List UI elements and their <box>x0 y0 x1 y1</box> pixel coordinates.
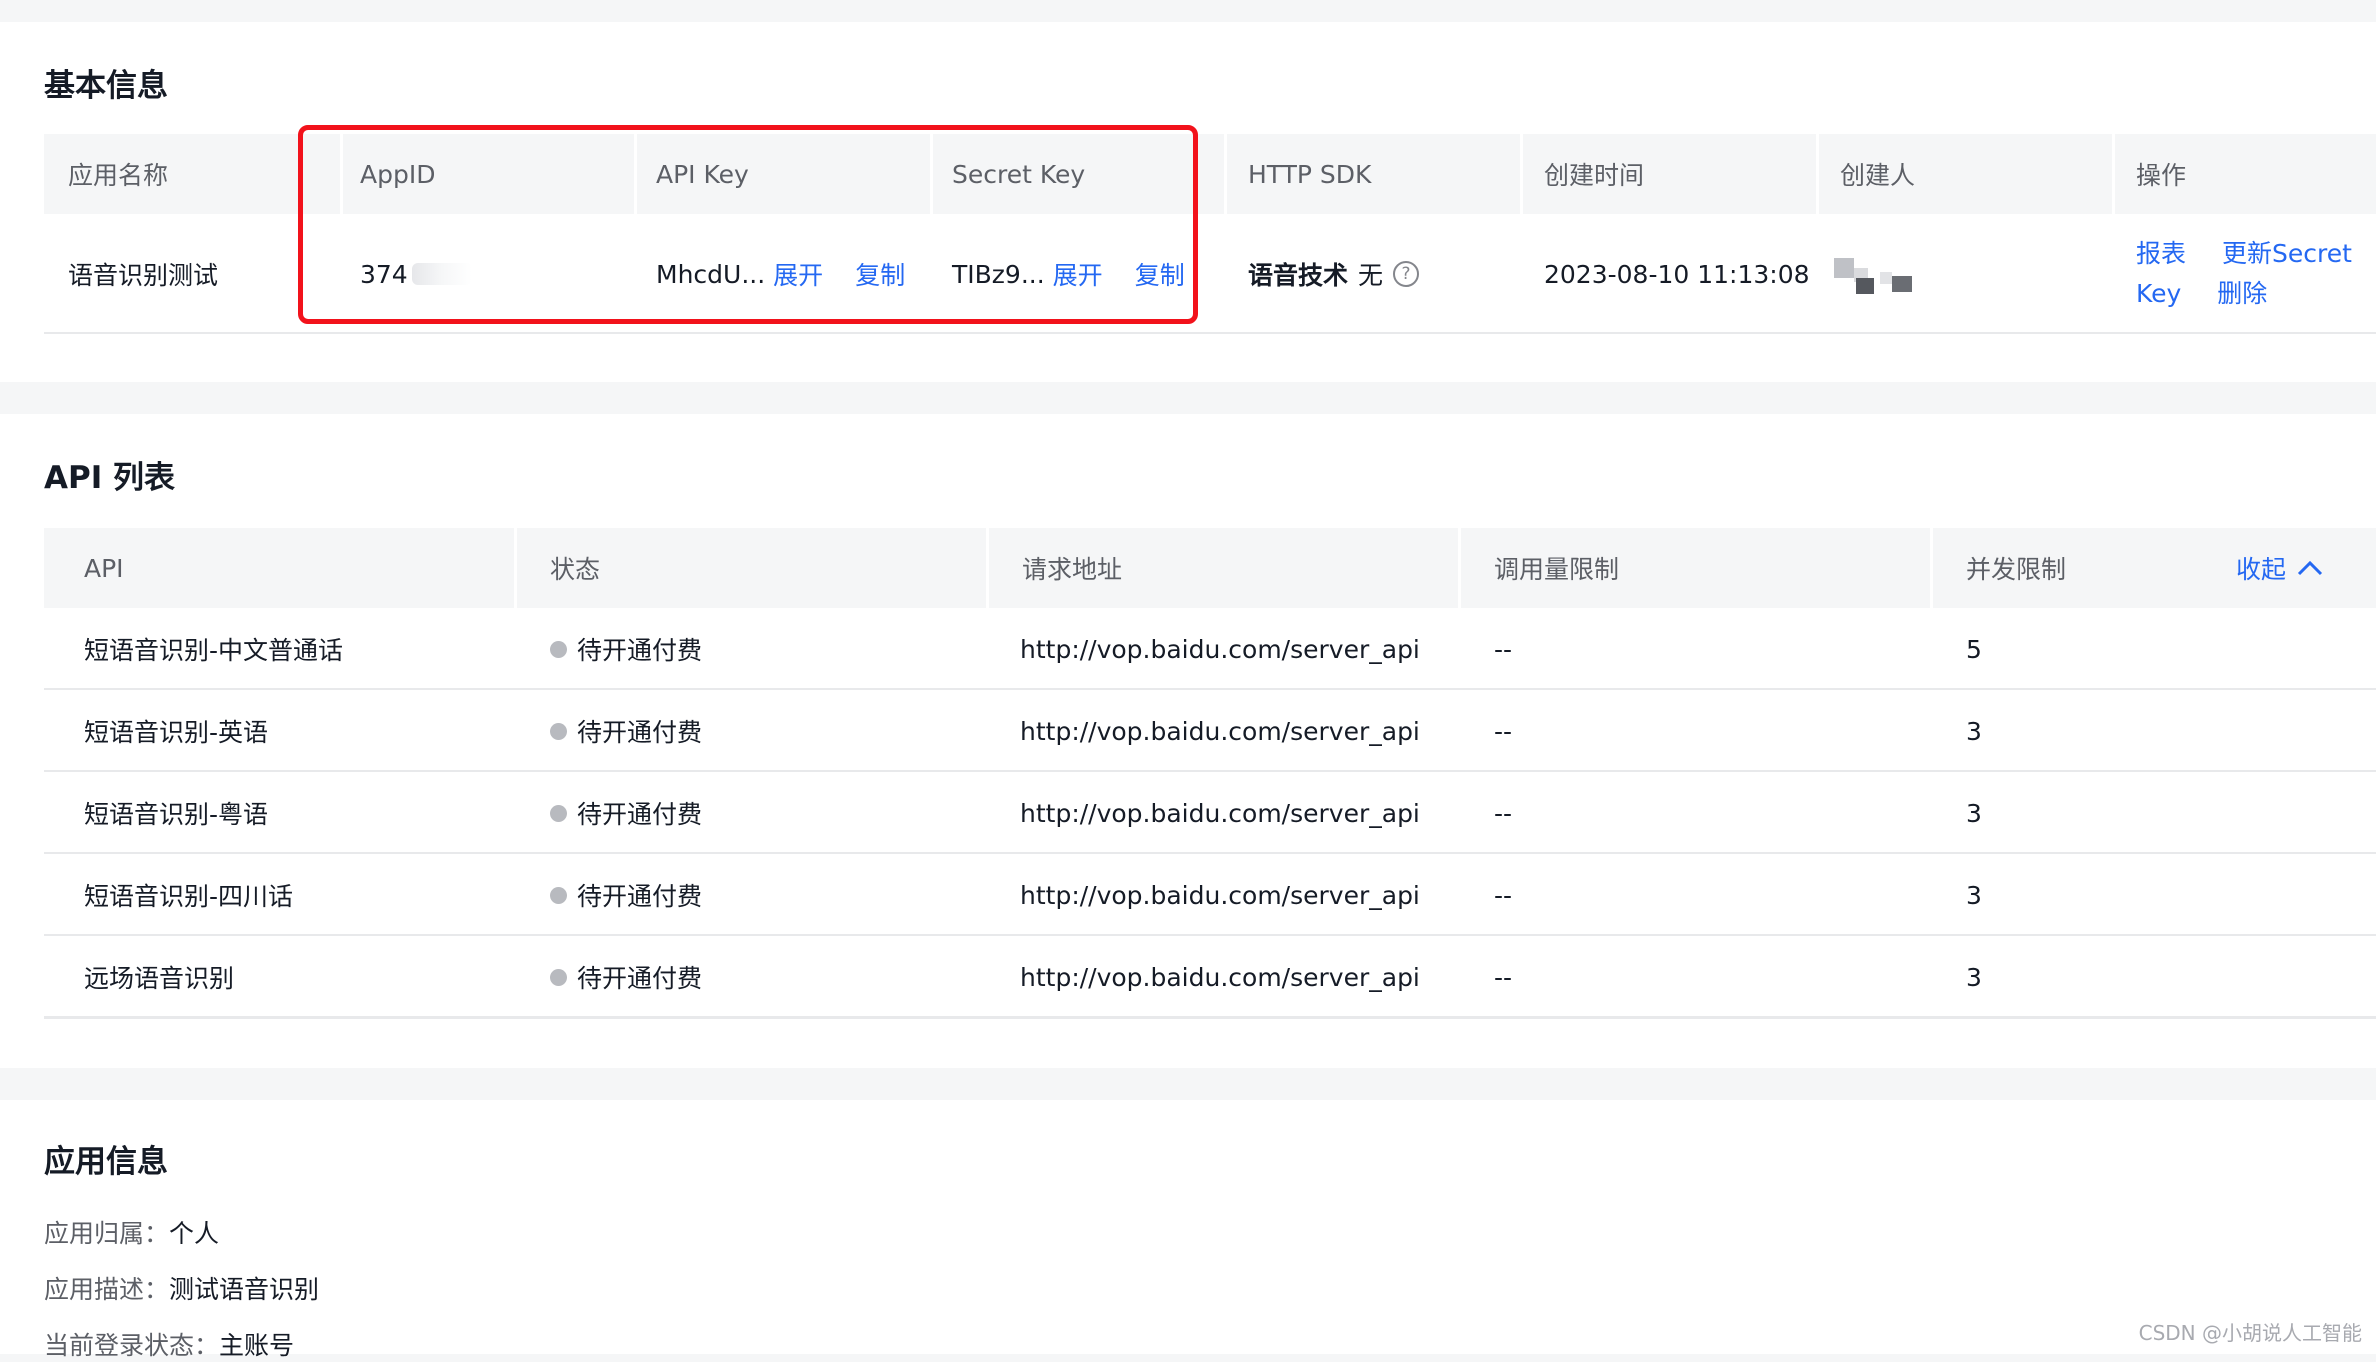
col-api: API <box>84 553 124 583</box>
basic-info-title: 基本信息 <box>44 68 168 104</box>
status-badge: 待开通付费 <box>550 792 702 834</box>
col-app-name: 应用名称 <box>68 161 169 190</box>
update-secret-key-link[interactable]: 更新Secret <box>2222 239 2352 268</box>
api-list-panel: API 列表 API 状态 请求地址 调用量限制 并发限制 收起 短语音识别-中… <box>0 414 2376 1068</box>
report-link[interactable]: 报表 <box>2136 239 2186 268</box>
concurrency: 3 <box>1966 798 1982 828</box>
request-url: http://vop.baidu.com/server_api <box>1020 798 1420 828</box>
sdk-label: 语音技术 <box>1248 261 1349 290</box>
http-sdk-cell: 语音技术 无 ? <box>1248 254 1420 294</box>
col-request-url: 请求地址 <box>1022 555 1123 584</box>
app-name: 语音识别测试 <box>68 261 219 290</box>
login-status: 当前登录状态：主账号 <box>44 1331 295 1360</box>
call-limit: -- <box>1494 798 1513 828</box>
status-badge: 待开通付费 <box>550 956 702 998</box>
col-created-at: 创建时间 <box>1544 161 1645 190</box>
col-status: 状态 <box>550 555 601 584</box>
creator-avatar <box>1834 254 1918 298</box>
concurrency: 3 <box>1966 716 1982 746</box>
api-name: 短语音识别-英语 <box>84 718 269 747</box>
watermark: CSDN @小胡说人工智能 <box>2138 1321 2362 1345</box>
api-name: 远场语音识别 <box>84 964 235 993</box>
concurrency: 3 <box>1966 962 1982 992</box>
update-secret-key-link-cont[interactable]: Key <box>2136 279 2181 308</box>
col-http-sdk: HTTP SDK <box>1248 159 1372 189</box>
created-at: 2023-08-10 11:13:08 <box>1544 259 1810 289</box>
highlight-box <box>298 125 1198 324</box>
request-url: http://vop.baidu.com/server_api <box>1020 716 1420 746</box>
chevron-up-icon <box>2297 560 2323 576</box>
app-description: 应用描述：测试语音识别 <box>44 1275 320 1304</box>
request-url: http://vop.baidu.com/server_api <box>1020 880 1420 910</box>
app-info-title: 应用信息 <box>44 1144 168 1180</box>
concurrency: 5 <box>1966 634 1982 664</box>
status-badge: 待开通付费 <box>550 874 702 916</box>
status-dot-icon <box>550 640 567 658</box>
status-dot-icon <box>550 804 567 822</box>
call-limit: -- <box>1494 880 1513 910</box>
app-info-panel: 应用信息 应用归属：个人 应用描述：测试语音识别 当前登录状态：主账号 CSDN… <box>0 1100 2376 1360</box>
status-dot-icon <box>550 968 567 986</box>
request-url: http://vop.baidu.com/server_api <box>1020 962 1420 992</box>
row-actions: 报表 更新Secret Key 删除 <box>2136 234 2376 314</box>
collapse-toggle[interactable]: 收起 <box>2236 528 2324 608</box>
api-name: 短语音识别-中文普通话 <box>84 636 344 665</box>
col-actions: 操作 <box>2136 161 2187 190</box>
status-badge: 待开通付费 <box>550 710 702 752</box>
delete-link[interactable]: 删除 <box>2217 279 2267 308</box>
api-name: 短语音识别-粤语 <box>84 800 269 829</box>
api-list-header: API 状态 请求地址 调用量限制 并发限制 收起 <box>44 528 2376 608</box>
col-creator: 创建人 <box>1840 161 1916 190</box>
help-icon[interactable]: ? <box>1393 261 1420 287</box>
status-dot-icon <box>550 886 567 904</box>
call-limit: -- <box>1494 716 1513 746</box>
col-call-limit: 调用量限制 <box>1494 555 1620 584</box>
call-limit: -- <box>1494 634 1513 664</box>
api-list-title: API 列表 <box>44 460 176 496</box>
call-limit: -- <box>1494 962 1513 992</box>
status-dot-icon <box>550 722 567 740</box>
basic-info-row-divider <box>44 332 2376 334</box>
status-badge: 待开通付费 <box>550 628 702 670</box>
concurrency: 3 <box>1966 880 1982 910</box>
app-owner: 应用归属：个人 <box>44 1219 220 1248</box>
sdk-value: 无 <box>1358 261 1384 290</box>
collapse-label: 收起 <box>2236 555 2287 584</box>
request-url: http://vop.baidu.com/server_api <box>1020 634 1420 664</box>
col-concurrency: 并发限制 <box>1966 555 2067 584</box>
api-name: 短语音识别-四川话 <box>84 882 294 911</box>
